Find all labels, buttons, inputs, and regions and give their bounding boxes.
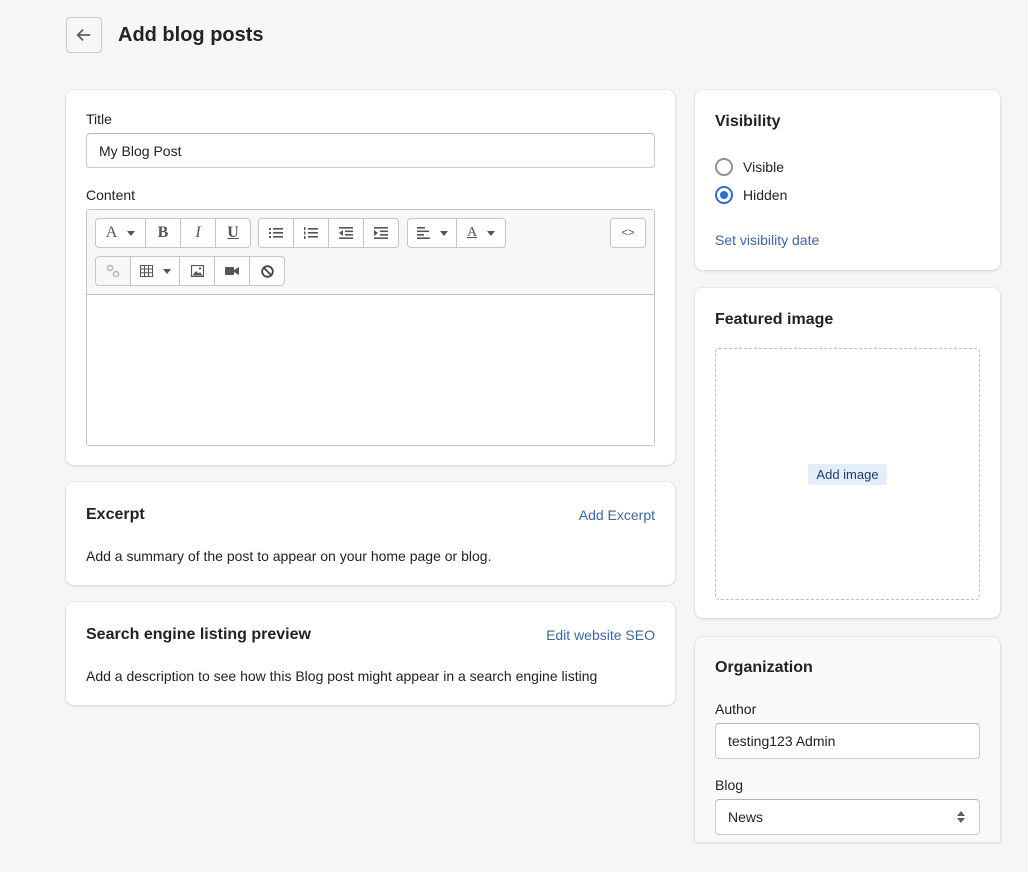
- image-dropzone[interactable]: Add image: [715, 348, 980, 600]
- font-format-icon: A: [105, 224, 118, 241]
- back-button[interactable]: [66, 17, 102, 53]
- bullet-list-button[interactable]: [259, 219, 294, 247]
- outdent-icon: [339, 227, 353, 239]
- blog-select[interactable]: News: [715, 799, 980, 835]
- excerpt-card: Excerpt Add Excerpt Add a summary of the…: [66, 482, 675, 585]
- title-input[interactable]: [86, 133, 655, 168]
- editor-toolbar: A B I U A <>: [87, 210, 654, 295]
- visibility-card: Visibility Visible Hidden Set visibility…: [695, 90, 1000, 270]
- author-input[interactable]: [715, 723, 980, 759]
- html-toggle-button[interactable]: <>: [611, 219, 645, 247]
- underline-icon: U: [227, 224, 239, 241]
- select-arrows-icon: [957, 811, 965, 823]
- video-button[interactable]: [215, 257, 250, 285]
- image-button[interactable]: [180, 257, 215, 285]
- add-excerpt-link[interactable]: Add Excerpt: [579, 507, 655, 523]
- page-title: Add blog posts: [118, 24, 264, 46]
- toolbar-group-lists: [258, 218, 399, 248]
- seo-heading: Search engine listing preview: [86, 626, 311, 643]
- content-label: Content: [86, 187, 136, 203]
- visibility-option-visible[interactable]: Visible: [715, 158, 784, 176]
- toolbar-group-text: A B I U: [95, 218, 251, 248]
- toolbar-group-insert: [95, 256, 285, 286]
- chevron-down-icon: [127, 230, 136, 236]
- italic-icon: I: [195, 224, 201, 241]
- video-camera-icon: [225, 267, 239, 275]
- bold-icon: B: [157, 224, 169, 241]
- seo-card: Search engine listing preview Edit websi…: [66, 602, 675, 705]
- visibility-heading: Visibility: [715, 113, 781, 130]
- toolbar-group-style: A: [407, 218, 506, 248]
- add-image-button[interactable]: Add image: [808, 463, 887, 485]
- table-button[interactable]: [131, 257, 180, 285]
- blog-select-value: News: [728, 809, 764, 825]
- font-format-button[interactable]: A: [96, 219, 146, 247]
- chevron-down-icon: [162, 268, 171, 274]
- bullet-list-icon: [269, 228, 283, 238]
- indent-button[interactable]: [364, 219, 398, 247]
- align-left-icon: [416, 227, 430, 239]
- organization-heading: Organization: [715, 659, 813, 676]
- featured-image-heading: Featured image: [715, 311, 834, 328]
- visible-radio[interactable]: [715, 158, 733, 176]
- text-color-icon: A: [466, 225, 478, 240]
- numbered-list-icon: [304, 227, 318, 239]
- toolbar-group-html: <>: [610, 218, 646, 248]
- chevron-down-icon: [487, 230, 496, 236]
- title-label: Title: [86, 111, 112, 127]
- set-visibility-date-link[interactable]: Set visibility date: [715, 232, 819, 248]
- clear-formatting-button[interactable]: [250, 257, 284, 285]
- bold-button[interactable]: B: [146, 219, 181, 247]
- hidden-radio[interactable]: [715, 186, 733, 204]
- arrow-left-icon: [76, 28, 91, 42]
- visibility-option-hidden[interactable]: Hidden: [715, 186, 787, 204]
- text-color-button[interactable]: A: [457, 219, 505, 247]
- seo-description: Add a description to see how this Blog p…: [86, 668, 598, 684]
- hidden-label: Hidden: [743, 187, 788, 203]
- chevron-down-icon: [439, 230, 448, 236]
- link-button[interactable]: [96, 257, 131, 285]
- excerpt-heading: Excerpt: [86, 506, 145, 523]
- align-button[interactable]: [408, 219, 457, 247]
- content-card: Title Content A B I U: [66, 90, 675, 465]
- featured-image-card: Featured image Add image: [695, 288, 1000, 618]
- italic-button[interactable]: I: [181, 219, 216, 247]
- table-icon: [139, 265, 153, 277]
- blog-label: Blog: [715, 777, 744, 793]
- editor-content-area[interactable]: [87, 295, 654, 445]
- indent-icon: [374, 227, 388, 239]
- excerpt-description: Add a summary of the post to appear on y…: [86, 548, 492, 564]
- numbered-list-button[interactable]: [294, 219, 329, 247]
- image-icon: [190, 265, 204, 277]
- outdent-button[interactable]: [329, 219, 364, 247]
- organization-card: Organization Author Blog News: [695, 637, 1000, 842]
- link-icon: [106, 264, 120, 278]
- underline-button[interactable]: U: [216, 219, 250, 247]
- rich-text-editor: A B I U A <>: [86, 209, 655, 446]
- edit-seo-link[interactable]: Edit website SEO: [546, 627, 655, 643]
- code-icon: <>: [621, 227, 635, 239]
- block-icon: [260, 264, 274, 278]
- author-label: Author: [715, 701, 757, 717]
- visible-label: Visible: [743, 159, 784, 175]
